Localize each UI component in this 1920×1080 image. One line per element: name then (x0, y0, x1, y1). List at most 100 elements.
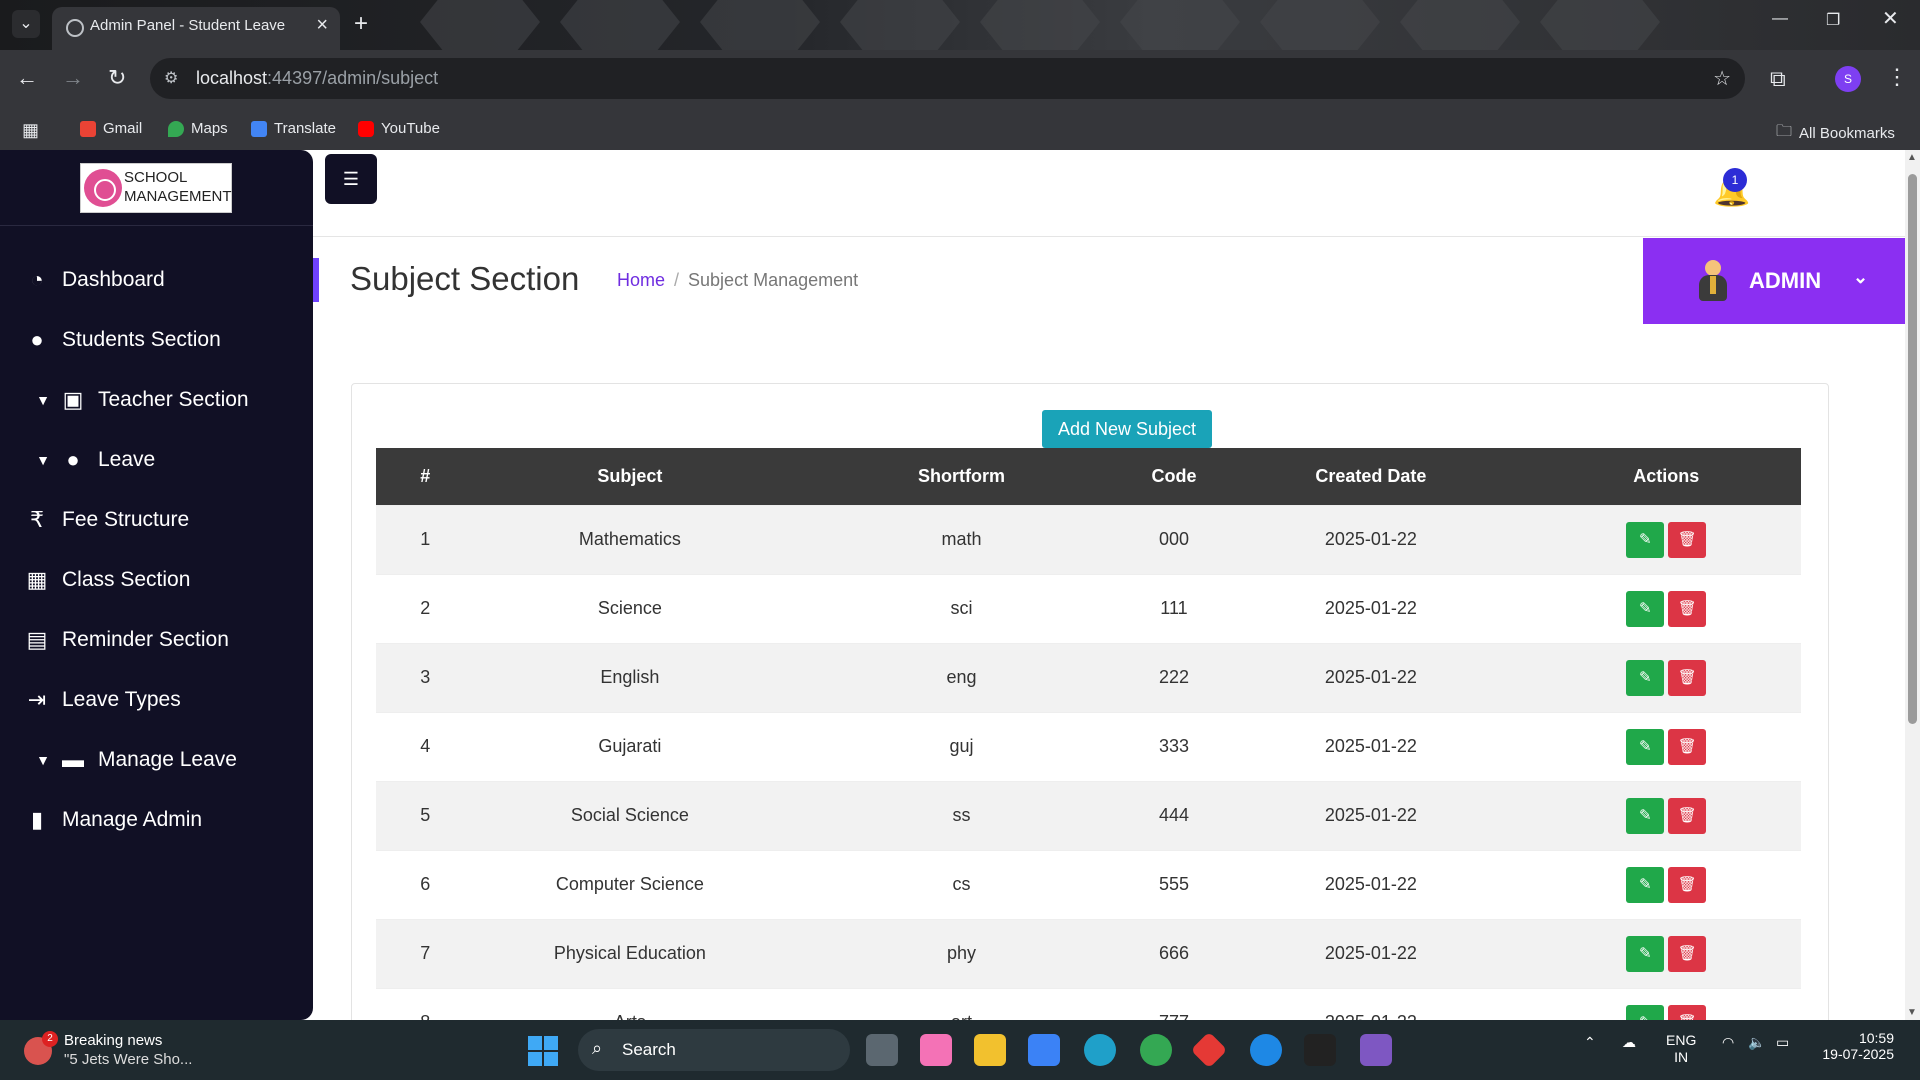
delete-icon[interactable]: 🗑 (1668, 797, 1707, 834)
back-button[interactable]: ← (16, 66, 38, 90)
chrome-icon[interactable] (1140, 1034, 1172, 1066)
browser-tab[interactable]: Admin Panel - Student Leave × (52, 7, 340, 50)
sidebar-item-manage-leave[interactable]: ▼ ▬ Manage Leave (0, 738, 313, 782)
url-host: localhost (196, 68, 268, 88)
task-view-icon[interactable] (866, 1034, 898, 1066)
sidebar-item-dashboard[interactable]: ◔ Dashboard (0, 258, 313, 302)
sidebar-item-manage-admin[interactable]: ▮ Manage Admin (0, 798, 313, 842)
scroll-up-arrow-icon[interactable]: ▲ (1907, 152, 1917, 163)
delete-icon[interactable]: 🗑 (1668, 521, 1707, 558)
battery-icon[interactable]: ▭ (1776, 1034, 1789, 1051)
bookmark-gmail[interactable]: Gmail (80, 120, 142, 137)
edit-icon[interactable]: ✎ (1626, 935, 1665, 972)
sidebar-item-leave[interactable]: ▼ ● Leave (0, 438, 313, 482)
table-header-row: # Subject Shortform Code Created Date Actions (376, 448, 1801, 505)
volume-icon[interactable]: 🔈 (1748, 1034, 1765, 1051)
edit-icon[interactable]: ✎ (1626, 659, 1665, 696)
table-cell: phy (785, 918, 1138, 988)
bookmarks-bar: ▦ Gmail Maps Translate YouTube 🗀 All Book… (0, 108, 1920, 150)
bookmark-translate[interactable]: Translate (251, 120, 336, 137)
show-hidden-icons-icon[interactable]: ⌃ (1584, 1034, 1596, 1051)
site-info-icon[interactable]: ⚙ (164, 68, 178, 88)
onedrive-icon[interactable]: ☁ (1622, 1034, 1636, 1051)
bookmark-maps[interactable]: Maps (168, 120, 228, 137)
table-row: 6 Computer Science cs 555 2025-01-22 ✎ 🗑 (376, 849, 1801, 919)
sidebar: SCHOOL MANAGEMENT ◔ Dashboard ● Students Se… (0, 150, 313, 1020)
table-cell: Gujarati (474, 711, 786, 781)
copilot-icon[interactable] (920, 1034, 952, 1066)
delete-icon[interactable]: 🗑 (1668, 866, 1707, 903)
table-cell: 2025-01-22 (1210, 918, 1532, 988)
sidebar-item-leave-types[interactable]: ⇥ Leave Types (0, 678, 313, 722)
close-window-button[interactable]: ✕ (1882, 6, 1899, 31)
terminal-app-icon[interactable] (1304, 1034, 1336, 1066)
wifi-icon[interactable]: ◠ (1722, 1034, 1734, 1051)
apps-grid-icon[interactable]: ▦ (22, 120, 39, 141)
file-explorer-icon[interactable] (974, 1034, 1006, 1066)
windows-start-icon[interactable] (528, 1036, 558, 1066)
store-icon[interactable] (1028, 1034, 1060, 1066)
sidebar-item-label: Dashboard (62, 268, 165, 291)
scrollbar-thumb[interactable] (1908, 174, 1917, 724)
address-bar[interactable]: ⚙ localhost:44397/admin/subject ☆ (150, 58, 1745, 99)
sidebar-item-class-section[interactable]: ▦ Class Section (0, 558, 313, 602)
news-widget[interactable]: 2 Breaking news "5 Jets Were Sho... (24, 1029, 194, 1071)
sidebar-item-reminder-section[interactable]: ▤ Reminder Section (0, 618, 313, 662)
menu-icon[interactable]: ⋮ (1886, 64, 1908, 90)
minimize-button[interactable]: — (1772, 10, 1788, 28)
scroll-down-arrow-icon[interactable]: ▼ (1907, 1007, 1917, 1018)
edge-icon[interactable] (1084, 1034, 1116, 1066)
delete-icon[interactable]: 🗑 (1668, 935, 1707, 972)
sidebar-item-label: Teacher Section (98, 388, 249, 411)
sidebar-item-teacher-section[interactable]: ▼ ▣ Teacher Section (0, 378, 313, 422)
bookmark-star-icon[interactable]: ☆ (1713, 66, 1731, 91)
bookmark-youtube[interactable]: YouTube (358, 120, 440, 137)
reload-button[interactable]: ↻ (108, 66, 126, 90)
forward-button[interactable]: → (62, 66, 84, 90)
clock[interactable]: 10:59 19-07-2025 (1818, 1030, 1894, 1062)
gmail-icon (80, 120, 96, 137)
browser-titlebar: ⌄ Admin Panel - Student Leave × + — ❐ ✕ (0, 0, 1920, 50)
school-logo[interactable]: SCHOOL MANAGEMENT (80, 163, 232, 213)
column-header: Subject (597, 465, 663, 486)
tab-title: Admin Panel - Student Leave (90, 17, 286, 34)
taskbar-search[interactable]: ⌕ Search (578, 1029, 850, 1071)
delete-icon[interactable]: 🗑 (1668, 659, 1707, 696)
caret-down-icon: ▼ (36, 392, 50, 408)
theme-background (400, 0, 1750, 50)
edit-icon[interactable]: ✎ (1626, 521, 1665, 558)
git-icon[interactable] (1190, 1031, 1228, 1069)
visual-studio-icon[interactable] (1360, 1034, 1392, 1066)
table-cell: 2025-01-22 (1210, 711, 1532, 781)
add-new-subject-button[interactable]: Add New Subject (1042, 410, 1212, 448)
edit-icon[interactable]: ✎ (1626, 797, 1665, 834)
extensions-icon[interactable]: ⧉ (1770, 66, 1786, 92)
delete-icon[interactable]: 🗑 (1668, 590, 1707, 627)
news-headline: "5 Jets Were Sho... (64, 1051, 193, 1068)
page-scrollbar[interactable]: ▲ ▼ (1905, 150, 1920, 1020)
edit-icon[interactable]: ✎ (1626, 866, 1665, 903)
edit-icon[interactable]: ✎ (1626, 728, 1665, 765)
delete-icon[interactable]: 🗑 (1668, 728, 1707, 765)
table-row: 2 Science sci 111 2025-01-22 ✎ 🗑 (376, 573, 1801, 643)
bookmark-label: Gmail (103, 120, 143, 137)
language-indicator[interactable]: ENG IN (1666, 1032, 1696, 1066)
breadcrumb-home[interactable]: Home (617, 270, 665, 290)
close-tab-icon[interactable]: × (316, 14, 328, 37)
restore-button[interactable]: ❐ (1826, 10, 1840, 30)
new-tab-button[interactable]: + (354, 10, 368, 38)
all-bookmarks[interactable]: 🗀 All Bookmarks (1776, 120, 1895, 147)
table-cell: 333 (1137, 711, 1211, 781)
delete-icon[interactable]: 🗑 (1668, 1004, 1707, 1020)
tab-search-button[interactable]: ⌄ (12, 10, 40, 38)
profile-avatar[interactable]: S (1835, 66, 1861, 92)
table-row: 3 English eng 222 2025-01-22 ✎ 🗑 (376, 642, 1801, 712)
admin-menu[interactable]: ADMIN ⌄ (1643, 238, 1905, 324)
edit-icon[interactable]: ✎ (1626, 590, 1665, 627)
hamburger-button[interactable]: ☰ (325, 154, 377, 204)
help-icon[interactable] (1250, 1034, 1282, 1066)
actions-cell: ✎🗑 (1531, 780, 1801, 850)
sidebar-item-fee-structure[interactable]: ₹ Fee Structure (0, 498, 313, 542)
sidebar-item-students-section[interactable]: ● Students Section (0, 318, 313, 362)
edit-icon[interactable]: ✎ (1626, 1004, 1665, 1020)
